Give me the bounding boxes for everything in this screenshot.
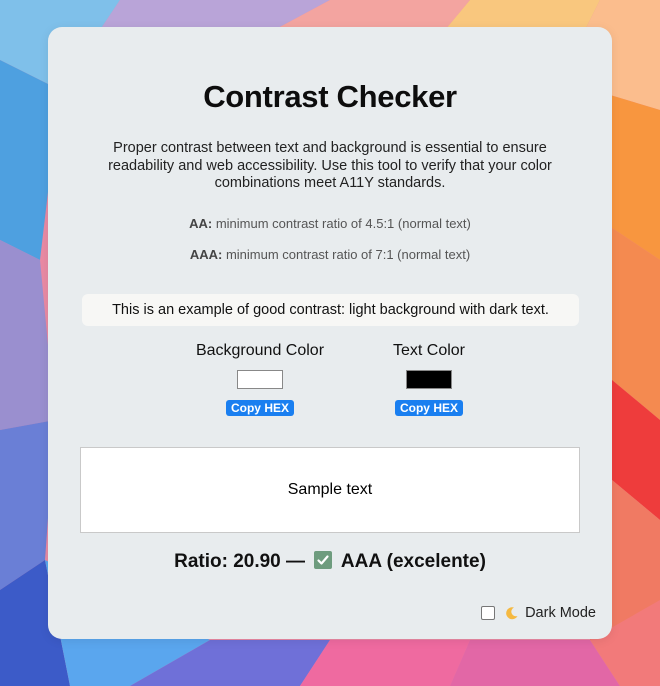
copy-background-hex-button[interactable]: Copy HEX bbox=[225, 400, 294, 416]
example-contrast-box: This is an example of good contrast: lig… bbox=[82, 294, 579, 326]
ratio-value: Ratio: 20.90 — bbox=[174, 551, 306, 572]
copy-text-hex-button[interactable]: Copy HEX bbox=[394, 400, 463, 416]
aaa-label: AAA: bbox=[189, 247, 223, 262]
text-color-label: Text Color bbox=[392, 342, 466, 359]
moon-icon bbox=[505, 606, 519, 620]
text-color-picker: Text Color Copy HEX bbox=[344, 342, 514, 417]
aa-label: AA: bbox=[189, 216, 213, 231]
dark-mode-toggle[interactable]: Dark Mode bbox=[481, 605, 596, 621]
background-color-picker: Background Color Copy HEX bbox=[175, 342, 345, 417]
background-color-swatch[interactable] bbox=[237, 370, 283, 389]
check-icon bbox=[314, 551, 333, 569]
aaa-requirement: AAA: minimum contrast ratio of 7:1 (norm… bbox=[48, 247, 612, 262]
dark-mode-checkbox[interactable] bbox=[481, 606, 496, 620]
page-title: Contrast Checker bbox=[203, 79, 457, 114]
grade-label: AAA (excelente) bbox=[340, 551, 486, 572]
dark-mode-label: Dark Mode bbox=[525, 605, 596, 621]
text-color-swatch[interactable] bbox=[406, 370, 452, 389]
sample-preview: Sample text bbox=[80, 447, 580, 533]
contrast-checker-card: Contrast Checker Proper contrast between… bbox=[48, 27, 612, 639]
aa-requirement: AA: minimum contrast ratio of 4.5:1 (nor… bbox=[48, 216, 612, 231]
aaa-description: minimum contrast ratio of 7:1 (normal te… bbox=[222, 247, 471, 262]
background-color-label: Background Color bbox=[195, 342, 325, 359]
intro-text: Proper contrast between text and backgro… bbox=[108, 140, 552, 191]
aa-description: minimum contrast ratio of 4.5:1 (normal … bbox=[212, 216, 471, 231]
contrast-result: Ratio: 20.90 — AAA (excelente) bbox=[48, 551, 612, 573]
